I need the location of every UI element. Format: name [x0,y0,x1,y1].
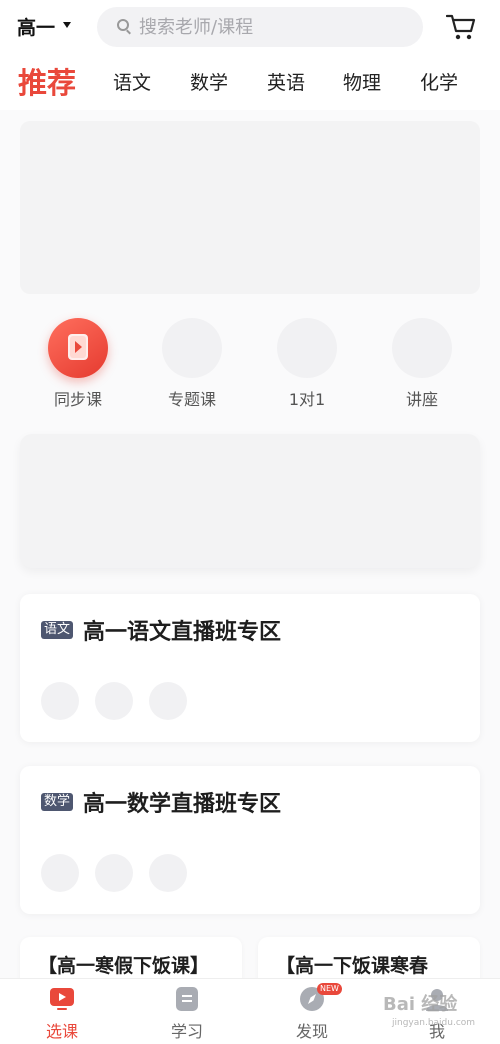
book-icon [174,987,200,1011]
cart-icon[interactable] [446,13,476,41]
video-icon [49,987,75,1011]
quick-entry-label: 同步课 [53,390,102,409]
subject-badge: 语文 [41,621,74,639]
tab-english[interactable]: 英语 [267,68,305,95]
teacher-avatar[interactable] [41,854,79,892]
zone-title: 高一语文直播班专区 [83,620,282,645]
quick-entry-lecture[interactable]: 讲座 [372,318,472,410]
placeholder-icon [162,318,222,378]
teacher-avatar[interactable] [95,682,133,720]
subject-badge: 数学 [41,793,74,811]
course-title: 【高一下饭课寒春 [276,955,429,977]
watermark-url: jingyan.baidu.com [392,1018,476,1028]
tab-recommend[interactable]: 推荐 [18,60,76,102]
caret-down-icon[interactable] [63,22,71,28]
search-icon [117,19,129,31]
teacher-avatar[interactable] [149,682,187,720]
play-icon [48,318,108,378]
zone-card-chinese[interactable]: 语文 高一语文直播班专区 [20,594,480,742]
grade-selector[interactable]: 高一 [17,13,55,40]
quick-entry-label: 专题课 [167,390,216,409]
course-title: 【高一寒假下饭课】 [38,955,210,977]
teacher-avatar[interactable] [41,682,79,720]
nav-label: 学习 [170,1022,203,1041]
nav-label: 发现 [295,1022,328,1041]
watermark: Bai 经验 [383,994,458,1015]
new-badge: NEW [317,983,342,995]
promo-banner[interactable] [20,434,480,568]
tab-chinese[interactable]: 语文 [113,68,151,95]
banner-carousel[interactable] [20,121,480,294]
teacher-avatar[interactable] [149,854,187,892]
search-bar[interactable] [97,7,423,47]
placeholder-icon [277,318,337,378]
nav-study[interactable]: 学习 [147,987,227,1042]
tab-physics[interactable]: 物理 [343,68,381,95]
search-input[interactable] [139,16,399,38]
zone-card-math[interactable]: 数学 高一数学直播班专区 [20,766,480,914]
nav-discover[interactable]: 发现 [272,987,352,1042]
quick-entry-label: 1对1 [288,390,326,409]
nav-select-course[interactable]: 选课 [22,987,102,1042]
placeholder-icon [392,318,452,378]
tab-chemistry[interactable]: 化学 [420,68,458,95]
zone-title: 高一数学直播班专区 [83,792,282,817]
quick-entry-sync-course[interactable]: 同步课 [28,318,128,410]
quick-entry-label: 讲座 [405,390,438,409]
quick-entry-topic-course[interactable]: 专题课 [142,318,242,410]
quick-entry-one-on-one[interactable]: 1对1 [257,318,357,410]
top-bar: 高一 [0,0,500,56]
nav-label: 选课 [45,1022,78,1041]
teacher-avatar[interactable] [95,854,133,892]
subject-tabs: 推荐 语文 数学 英语 物理 化学 [0,56,500,110]
tab-math[interactable]: 数学 [190,68,228,95]
